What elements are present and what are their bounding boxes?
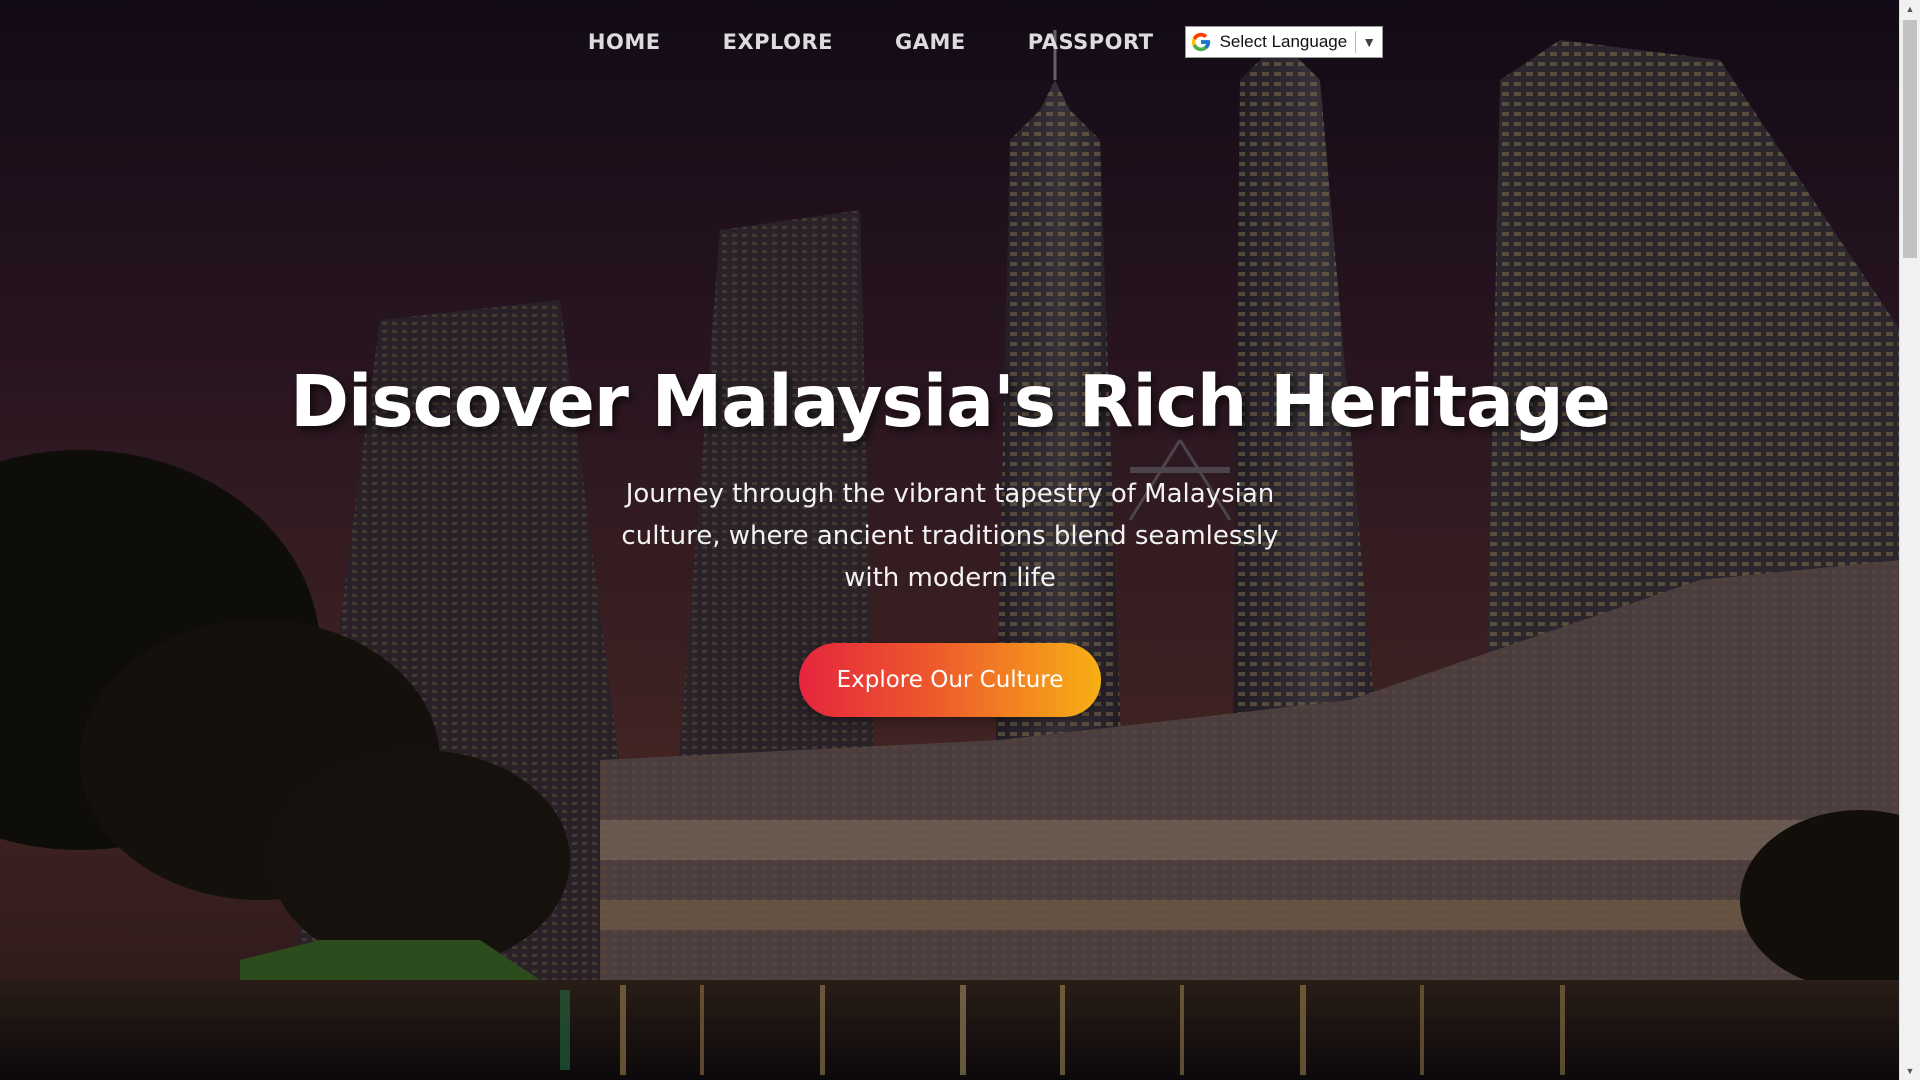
hero-title: Discover Malaysia's Rich Heritage [290,360,1611,443]
scroll-down-arrow-icon[interactable]: ▼ [1900,1062,1920,1080]
hero-section: Discover Malaysia's Rich Heritage Journe… [0,360,1900,717]
nav-item-home[interactable]: HOME [588,30,661,54]
language-select[interactable]: Select Language ▼ [1184,26,1384,58]
scrollbar-thumb[interactable] [1903,20,1917,258]
language-select-label: Select Language [1220,31,1357,53]
vertical-scrollbar[interactable]: ▲ ▼ [1899,0,1920,1080]
nav-links: HOME EXPLORE GAME PASSPORT [557,30,1185,54]
nav-item-explore[interactable]: EXPLORE [723,30,833,54]
scroll-up-arrow-icon[interactable]: ▲ [1900,0,1920,18]
top-navigation: HOME EXPLORE GAME PASSPORT Select Langua… [0,26,1900,58]
google-g-icon [1191,32,1210,52]
explore-culture-button[interactable]: Explore Our Culture [798,643,1102,717]
page: HOME EXPLORE GAME PASSPORT Select Langua… [0,0,1920,1080]
nav-item-game[interactable]: GAME [895,30,966,54]
hero-subtitle: Journey through the vibrant tapestry of … [621,479,1279,593]
chevron-down-icon: ▼ [1362,34,1377,50]
nav-item-passport[interactable]: PASSPORT [1028,30,1154,54]
